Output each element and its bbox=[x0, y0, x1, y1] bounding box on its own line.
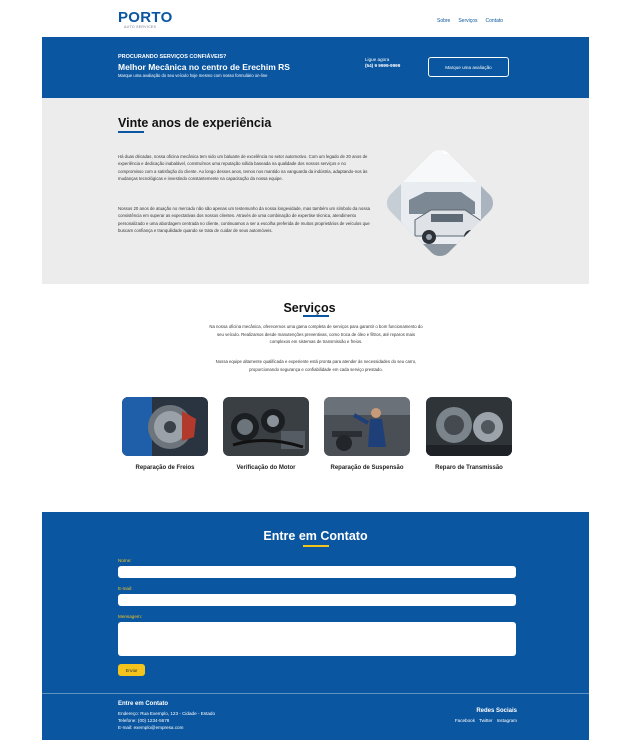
social-links: Facebook Twitter Instagram bbox=[439, 718, 517, 723]
engine-photo bbox=[223, 397, 309, 456]
services-title: Serviços bbox=[283, 301, 336, 315]
social-link-twitter[interactable]: Twitter bbox=[479, 718, 493, 723]
title-underline bbox=[118, 131, 144, 133]
experience-title: Vinte anos de experiência bbox=[118, 116, 272, 130]
banner-subtitle: Marque uma avaliação do seu veículo hoje… bbox=[118, 73, 268, 78]
contact-section: Entre em Contato Nome: E-mail: Mensagem:… bbox=[42, 512, 589, 740]
nav-link-servicos[interactable]: Serviços bbox=[458, 18, 477, 24]
social-link-instagram[interactable]: Instagram bbox=[497, 718, 517, 723]
service-label: Verificação do Motor bbox=[236, 465, 296, 471]
services-paragraph-1: Na nossa oficina mecânica, oferecemos um… bbox=[209, 324, 423, 344]
site-header: PORTO AUTO SERVICES Sobre Serviços Conta… bbox=[0, 0, 619, 36]
social-link-facebook[interactable]: Facebook bbox=[455, 718, 475, 723]
brake-disc-photo bbox=[122, 397, 208, 456]
service-card-transmission[interactable]: Reparo de Transmissão bbox=[426, 397, 512, 471]
schedule-evaluation-button[interactable]: Marque uma avaliação bbox=[428, 57, 509, 77]
hero-banner: PROCURANDO SERVIÇOS CONFIÁVEIS? Melhor M… bbox=[42, 37, 589, 98]
experience-paragraph-1: Há duas décadas, nossa oficina mecânica … bbox=[118, 154, 368, 181]
banner-kicker: PROCURANDO SERVIÇOS CONFIÁVEIS? bbox=[118, 54, 227, 60]
service-card-suspension[interactable]: Reparação de Suspensão bbox=[324, 397, 410, 471]
footer-divider bbox=[42, 693, 589, 694]
email-input[interactable] bbox=[118, 594, 516, 606]
service-label: Reparação de Freios bbox=[135, 465, 195, 471]
message-label: Mensagem: bbox=[118, 614, 143, 619]
mechanic-suspension-photo bbox=[324, 397, 410, 456]
banner-phone[interactable]: (54) 9 9999-9999 bbox=[365, 63, 400, 69]
garage-photo bbox=[382, 140, 498, 266]
logo[interactable]: PORTO AUTO SERVICES bbox=[118, 10, 173, 30]
nav-link-contato[interactable]: Contato bbox=[486, 18, 504, 24]
email-label: E-mail: bbox=[118, 586, 133, 591]
footer-contact-title: Entre em Contato bbox=[118, 701, 169, 707]
service-card-brakes[interactable]: Reparação de Freios bbox=[122, 397, 208, 471]
experience-section: Vinte anos de experiência Há duas década… bbox=[42, 98, 589, 284]
message-textarea[interactable] bbox=[118, 622, 516, 656]
name-input[interactable] bbox=[118, 566, 516, 578]
title-underline bbox=[303, 315, 329, 317]
footer-phone: Telefone: (00) 1234-5678 bbox=[118, 718, 170, 723]
garage-illustration bbox=[382, 145, 498, 261]
name-label: Nome: bbox=[118, 558, 132, 563]
footer-email[interactable]: E-mail: exemplo@empresa.com bbox=[118, 725, 183, 730]
services-paragraph-2: Nossa equipe altamente qualificada e exp… bbox=[215, 359, 417, 372]
service-label: Reparo de Transmissão bbox=[435, 465, 503, 471]
footer-address: Endereço: Rua Exemplo, 123 - Cidade - Es… bbox=[118, 711, 216, 716]
social-title: Redes Sociais bbox=[476, 708, 517, 714]
nav-link-sobre[interactable]: Sobre bbox=[437, 18, 450, 24]
banner-title: Melhor Mecânica no centro de Erechim RS bbox=[118, 62, 290, 72]
logo-main-text: PORTO bbox=[118, 9, 173, 26]
contact-title: Entre em Contato bbox=[263, 529, 368, 543]
call-now-block: Ligue agora (54) 9 9999-9999 bbox=[365, 57, 400, 69]
title-underline bbox=[303, 545, 329, 547]
service-label: Reparação de Suspensão bbox=[330, 465, 404, 471]
service-card-engine[interactable]: Verificação do Motor bbox=[223, 397, 309, 471]
main-nav: Sobre Serviços Contato bbox=[437, 18, 503, 24]
gearbox-photo bbox=[426, 397, 512, 456]
submit-button[interactable]: Enviar bbox=[118, 664, 145, 676]
experience-paragraph-2: Nossos 20 anos de atuação no mercado não… bbox=[118, 206, 370, 233]
